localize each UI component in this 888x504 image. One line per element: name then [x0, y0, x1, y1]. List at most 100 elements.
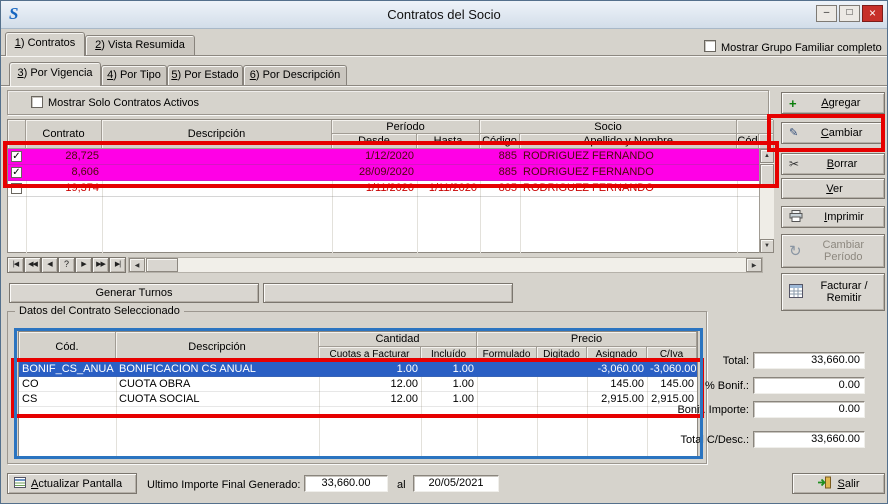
contract-row-2[interactable]: ✓ 8,606 28/09/2020 885 RODRIGUEZ FERNAND… — [8, 165, 759, 181]
ultimo-importe-field: 33,660.00 — [304, 475, 388, 492]
scroll-right-icon[interactable]: ▶ — [746, 258, 762, 272]
contract-row-3[interactable]: 19,374 1/11/2020 1/11/2020 885 RODRIGUEZ… — [8, 181, 759, 197]
nav-prev-page-button[interactable]: ◀◀ — [24, 257, 41, 273]
tab-por-estado-label: ) Por Estado — [177, 69, 238, 81]
detail-header-cod: Cód. — [19, 332, 116, 362]
detail-row-co[interactable]: CO CUOTA OBRA 12.00 1.00 145.00 145.00 — [19, 377, 697, 392]
cambiar-periodo-button[interactable]: ↻ Cambiar Período — [781, 234, 885, 268]
tab-vista-resumida-label: ) Vista Resumida — [101, 39, 185, 51]
contract-row-2-hasta — [417, 165, 480, 180]
detail-row-co-civa: 145.00 — [647, 377, 697, 392]
contract-row-1[interactable]: ✓ 28,725 1/12/2020 885 RODRIGUEZ FERNAND… — [8, 149, 759, 165]
borrar-button[interactable]: ✂ Borrar — [781, 153, 885, 175]
contract-row-3-checkbox[interactable] — [11, 183, 22, 194]
grid-vertical-scrollbar[interactable]: ▲ ▼ — [759, 149, 774, 253]
tab-por-descripcion[interactable]: 6) Por Descripción — [243, 65, 347, 85]
scroll-left-icon[interactable]: ◀ — [129, 258, 145, 272]
close-button[interactable]: × — [862, 5, 883, 22]
contract-row-1-hasta — [417, 149, 480, 164]
tab-por-vigencia[interactable]: 3) Por Vigencia — [9, 62, 101, 86]
nav-next-page-button[interactable]: ▶▶ — [92, 257, 109, 273]
al-label: al — [397, 479, 406, 491]
total-cdesc-field: 33,660.00 — [753, 431, 865, 448]
bonif-pct-field: 0.00 — [753, 377, 865, 394]
tab-contratos[interactable]: 1) Contratos — [5, 32, 85, 56]
maximize-button[interactable]: □ — [839, 5, 860, 22]
cambiar-periodo-line2: Período — [807, 251, 880, 263]
detail-row-co-asignado: 145.00 — [587, 377, 647, 392]
detail-row-cs-cod: CS — [19, 392, 116, 407]
secondary-blank-button[interactable] — [263, 283, 513, 303]
grupo-familiar-label: Mostrar Grupo Familiar completo — [721, 42, 882, 54]
grid-scroll-thumb[interactable] — [760, 164, 774, 186]
grid-header-scroll-stub — [759, 134, 774, 149]
solo-activos-label: Mostrar Solo Contratos Activos — [48, 97, 199, 109]
contratos-del-socio-window: S Contratos del Socio – □ × 1) Contratos… — [0, 0, 888, 504]
tab-por-tipo[interactable]: 4) Por Tipo — [101, 65, 167, 85]
facturar-remitir-label: Facturar / Remitir — [808, 280, 880, 304]
total-cdesc-label: Total C/Desc.: — [601, 434, 749, 446]
detail-row-bonif-cuotas: 1.00 — [319, 362, 421, 377]
detail-table: Cód. Descripción Cantidad Precio Cuotas … — [18, 331, 698, 457]
contract-row-3-contrato: 19,374 — [26, 181, 102, 196]
generar-turnos-button[interactable]: Generar Turnos — [9, 283, 259, 303]
grid-header-descripcion: Descripción — [102, 120, 332, 149]
detail-header-digitado: Digitado — [537, 347, 587, 362]
detail-row-co-formulado — [477, 377, 537, 392]
ver-button[interactable]: Ver — [781, 178, 885, 199]
scroll-up-icon[interactable]: ▲ — [760, 149, 774, 163]
detail-row-co-desc: CUOTA OBRA — [116, 377, 319, 392]
contract-row-3-apellido: RODRIGUEZ FERNANDO — [520, 181, 737, 196]
grupo-familiar-checkbox[interactable] — [704, 40, 716, 52]
contract-row-1-desde: 1/12/2020 — [332, 149, 417, 164]
contract-row-1-contrato: 28,725 — [26, 149, 102, 164]
cambiar-button[interactable]: ✎ Cambiar — [781, 122, 885, 144]
tab-por-descripcion-label: ) Por Descripción — [256, 69, 340, 81]
contract-row-3-codigo: 885 — [480, 181, 520, 196]
detail-row-co-cod: CO — [19, 377, 116, 392]
nav-last-button[interactable]: ▶| — [109, 257, 126, 273]
fecha-field: 20/05/2021 — [413, 475, 499, 492]
printer-icon — [789, 210, 803, 225]
solo-activos-checkbox[interactable] — [31, 96, 43, 108]
imprimir-button[interactable]: Imprimir — [781, 206, 885, 228]
edit-pencil-icon: ✎ — [789, 128, 798, 139]
tab-por-estado[interactable]: 5) Por Estado — [167, 65, 243, 85]
detail-row-bonif[interactable]: BONIF_CS_ANUA BONIFICACION CS ANUAL 1.00… — [19, 362, 697, 377]
invoice-grid-icon — [789, 284, 803, 301]
grid-header-contrato: Contrato — [26, 120, 102, 149]
salir-button[interactable]: Salir — [792, 473, 885, 494]
tab-content-divider — [1, 55, 887, 57]
contract-row-2-desde: 28/09/2020 — [332, 165, 417, 180]
scroll-down-icon[interactable]: ▼ — [760, 239, 774, 253]
nav-first-button[interactable]: |◀ — [7, 257, 24, 273]
grid-header-apellido: Apellido y Nombre — [520, 134, 737, 149]
detail-row-co-cuotas: 12.00 — [319, 377, 421, 392]
facturar-remitir-button[interactable]: Facturar / Remitir — [781, 273, 885, 311]
tab-vista-resumida[interactable]: 2) Vista Resumida — [85, 35, 195, 55]
actualizar-pantalla-button[interactable]: Actualizar Pantalla — [7, 473, 137, 494]
agregar-button[interactable]: + Agregar — [781, 92, 885, 114]
tab-por-vigencia-label: ) Por Vigencia — [24, 67, 93, 79]
total-field: 33,660.00 — [753, 352, 865, 369]
detail-row-cs[interactable]: CS CUOTA SOCIAL 12.00 1.00 2,915.00 2,91… — [19, 392, 697, 407]
minimize-button[interactable]: – — [816, 5, 837, 22]
nav-locate-button[interactable]: ? — [58, 257, 75, 273]
detail-row-cs-civa: 2,915.00 — [647, 392, 697, 407]
detail-row-cs-incluido: 1.00 — [421, 392, 477, 407]
contract-row-2-checkbox[interactable]: ✓ — [11, 167, 22, 178]
grid-header-stub — [737, 120, 774, 134]
nav-next-button[interactable]: ▶ — [75, 257, 92, 273]
titlebar: S Contratos del Socio – □ × — [1, 1, 887, 29]
detail-header-descripcion: Descripción — [116, 332, 319, 362]
contract-row-1-codigo: 885 — [480, 149, 520, 164]
window-controls: – □ × — [816, 5, 883, 22]
detail-row-bonif-civa: -3,060.00 — [647, 362, 697, 377]
nav-prev-button[interactable]: ◀ — [41, 257, 58, 273]
detail-header-incluido: Incluído — [421, 347, 477, 362]
scissors-icon: ✂ — [789, 158, 799, 170]
hscroll-thumb[interactable] — [146, 258, 178, 272]
detail-row-cs-digitado — [537, 392, 587, 407]
grid-horizontal-scrollbar[interactable]: ◀ ▶ — [128, 257, 763, 273]
contract-row-1-checkbox[interactable]: ✓ — [11, 151, 22, 162]
